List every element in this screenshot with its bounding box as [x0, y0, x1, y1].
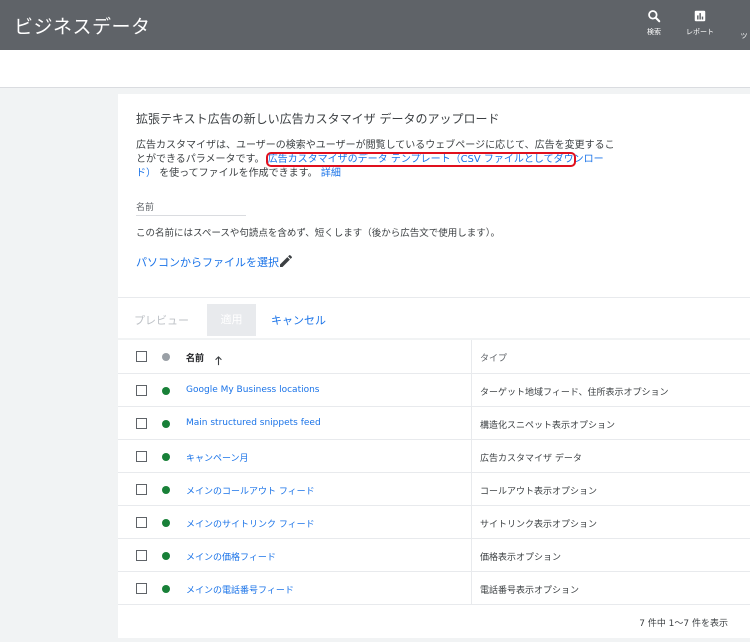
description-text-2: を使ってファイルを作成できます。	[159, 168, 318, 179]
reports-label: レポート	[686, 28, 714, 36]
row-checkbox[interactable]	[136, 484, 147, 495]
column-divider	[471, 572, 472, 604]
feed-type: 価格表示オプション	[480, 553, 562, 563]
status-enabled-dot	[162, 420, 170, 428]
status-enabled-dot	[162, 387, 170, 395]
column-divider	[471, 440, 472, 472]
feed-type: 電話番号表示オプション	[480, 586, 580, 596]
apply-button[interactable]: 適用	[207, 304, 256, 336]
tools-button[interactable]: ツ	[738, 9, 750, 43]
column-header-type[interactable]: タイプ	[480, 351, 507, 364]
status-enabled-dot	[162, 453, 170, 461]
column-divider	[471, 340, 472, 373]
divider	[118, 297, 750, 298]
row-checkbox[interactable]	[136, 583, 147, 594]
sort-ascending-icon[interactable]	[214, 351, 223, 370]
status-enabled-dot	[162, 552, 170, 560]
select-all-checkbox[interactable]	[136, 351, 147, 362]
upload-title: 拡張テキスト広告の新しい広告カスタマイザ データのアップロード	[136, 112, 500, 126]
name-field-hint: この名前にはスペースや句読点を含めず、短くします（後から広告文で使用します）。	[136, 228, 500, 239]
feed-type: ターゲット地域フィード、住所表示オプション	[480, 388, 669, 398]
column-header-name[interactable]: 名前	[186, 351, 204, 364]
row-checkbox[interactable]	[136, 550, 147, 561]
reports-button[interactable]: レポート	[678, 9, 722, 43]
status-header-dot	[162, 353, 170, 361]
feeds-table: 名前 タイプ Google My Business locations ターゲッ…	[118, 340, 750, 638]
feed-type: サイトリンク表示オプション	[480, 520, 598, 530]
status-enabled-dot	[162, 486, 170, 494]
feed-name-link[interactable]: メインのサイトリンク フィード	[186, 517, 315, 530]
feed-name-link[interactable]: メインのコールアウト フィード	[186, 484, 315, 497]
toolbar-strip	[0, 50, 750, 88]
cancel-button[interactable]: キャンセル	[271, 312, 326, 328]
table-header-row: 名前 タイプ	[118, 340, 750, 374]
table-row: メインのコールアウト フィード コールアウト表示オプション	[118, 473, 750, 506]
search-icon	[648, 10, 661, 23]
name-field-underline[interactable]	[136, 215, 246, 216]
row-checkbox[interactable]	[136, 385, 147, 396]
feed-name-link[interactable]: メインの価格フィード	[186, 550, 276, 563]
upload-panel: 拡張テキスト広告の新しい広告カスタマイザ データのアップロード 広告カスタマイザ…	[118, 94, 750, 338]
feed-name-link[interactable]: Main structured snippets feed	[186, 418, 321, 428]
feed-name-link[interactable]: Google My Business locations	[186, 385, 320, 395]
column-divider	[471, 374, 472, 406]
feed-name-link[interactable]: キャンペーン月	[186, 451, 249, 464]
column-divider	[471, 407, 472, 439]
upload-description: 広告カスタマイザは、ユーザーの検索やユーザーが閲覧しているウェブページに応じて、…	[136, 139, 616, 181]
row-checkbox[interactable]	[136, 517, 147, 528]
search-label: 検索	[647, 28, 661, 36]
app-title: ビジネスデータ	[14, 16, 151, 38]
feed-type: 構造化スニペット表示オプション	[480, 421, 616, 431]
status-enabled-dot	[162, 519, 170, 527]
table-row: キャンペーン月 広告カスタマイザ データ	[118, 440, 750, 473]
feed-type: コールアウト表示オプション	[480, 487, 598, 497]
tools-label: ツ	[740, 32, 748, 40]
column-divider	[471, 506, 472, 538]
column-divider	[471, 539, 472, 571]
pagination-summary: 7 件中 1～7 件を表示	[639, 619, 728, 629]
pencil-icon[interactable]	[278, 253, 294, 273]
app-header: ビジネスデータ 検索 レポート ツ	[0, 0, 750, 50]
row-checkbox[interactable]	[136, 451, 147, 462]
status-enabled-dot	[162, 585, 170, 593]
template-download-link[interactable]: 広告カスタマイザのデータ テンプレート（CSV ファイルとしてダウ	[265, 152, 576, 167]
reports-icon	[694, 10, 706, 22]
feed-type: 広告カスタマイザ データ	[480, 454, 582, 464]
learn-more-link[interactable]: 詳細	[321, 168, 341, 179]
search-button[interactable]: 検索	[632, 9, 676, 43]
table-row: Google My Business locations ターゲット地域フィード…	[118, 374, 750, 407]
table-row: メインの価格フィード 価格表示オプション	[118, 539, 750, 572]
choose-file-link[interactable]: パソコンからファイルを選択	[136, 254, 279, 270]
row-checkbox[interactable]	[136, 418, 147, 429]
column-divider	[471, 473, 472, 505]
preview-button[interactable]: プレビュー	[134, 312, 189, 328]
name-field-label[interactable]: 名前	[136, 200, 154, 213]
table-row: メインの電話番号フィード 電話番号表示オプション	[118, 572, 750, 605]
table-row: Main structured snippets feed 構造化スニペット表示…	[118, 407, 750, 440]
table-row: メインのサイトリンク フィード サイトリンク表示オプション	[118, 506, 750, 539]
feed-name-link[interactable]: メインの電話番号フィード	[186, 583, 294, 596]
